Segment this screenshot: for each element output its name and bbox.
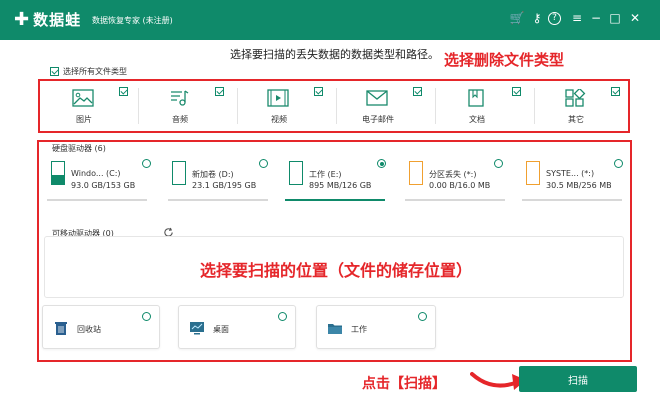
file-type-label: 视频	[271, 115, 287, 124]
file-type-label: 图片	[76, 115, 92, 124]
cart-icon[interactable]: 🛒	[509, 11, 525, 25]
other-icon	[565, 89, 586, 107]
divider	[138, 88, 139, 124]
drive-name: 新加卷 (D:)	[192, 170, 234, 179]
file-type-email[interactable]: 电子邮件	[338, 83, 426, 129]
annotation-location: 选择要扫描的位置（文件的储存位置）	[200, 261, 473, 280]
key-icon[interactable]: ⚷	[529, 11, 545, 25]
audio-icon	[171, 90, 189, 106]
video-checkbox[interactable]	[314, 87, 323, 96]
drive-d[interactable]: 新加卷 (D:) 23.1 GB/195 GB	[168, 155, 283, 201]
divider	[237, 88, 238, 124]
email-icon	[366, 90, 388, 106]
video-icon	[267, 89, 289, 107]
divider	[435, 88, 436, 124]
maximize-icon[interactable]: □	[607, 11, 623, 25]
drive-name: 工作 (E:)	[309, 170, 342, 179]
drive-size: 0.00 B/16.0 MB	[429, 181, 491, 190]
app-logo: ✚ 数据蛙	[14, 9, 81, 30]
file-type-label: 文档	[469, 115, 485, 124]
document-icon	[468, 89, 484, 107]
drive-icon	[51, 161, 65, 185]
app-logo-text: 数据蛙	[33, 11, 82, 29]
email-checkbox[interactable]	[413, 87, 422, 96]
help-icon[interactable]: ?	[548, 12, 561, 25]
checkbox-icon	[50, 67, 59, 76]
drive-system[interactable]: SYSTE... (*:) 30.5 MB/256 MB	[522, 155, 637, 201]
drive-name: 分区丢失 (*:)	[429, 170, 477, 179]
page-prompt: 选择要扫描的丢失数据的数据类型和路径。	[230, 48, 439, 61]
drive-icon	[289, 161, 303, 185]
file-type-document[interactable]: 文档	[437, 83, 525, 129]
drive-c[interactable]: Windo... (C:) 93.0 GB/153 GB	[47, 155, 162, 201]
file-type-image[interactable]: 图片	[44, 83, 132, 129]
select-all-label: 选择所有文件类型	[63, 67, 127, 76]
menu-icon[interactable]: ≡	[569, 11, 585, 25]
annotation-click-scan: 点击【扫描】	[362, 376, 446, 392]
drive-lost-partition[interactable]: 分区丢失 (*:) 0.00 B/16.0 MB	[405, 155, 520, 201]
drive-icon	[526, 161, 540, 185]
drive-name: Windo... (C:)	[71, 169, 121, 178]
logo-plus-icon: ✚	[14, 9, 31, 30]
drive-radio[interactable]	[142, 159, 151, 168]
drive-usage-bar	[47, 199, 147, 201]
document-checkbox[interactable]	[512, 87, 521, 96]
drive-name: SYSTE... (*:)	[546, 169, 595, 178]
location-radio[interactable]	[278, 312, 287, 321]
drive-size: 895 MB/126 GB	[309, 181, 372, 190]
file-type-audio[interactable]: 音频	[140, 83, 228, 129]
other-checkbox[interactable]	[611, 87, 620, 96]
drive-e[interactable]: 工作 (E:) 895 MB/126 GB	[285, 155, 400, 201]
divider	[534, 88, 535, 124]
close-icon[interactable]: ✕	[627, 11, 643, 25]
scan-button[interactable]: 扫描	[519, 366, 637, 392]
file-type-label: 电子邮件	[362, 115, 394, 124]
drive-usage-bar	[285, 199, 385, 201]
select-all-checkbox[interactable]: 选择所有文件类型	[50, 66, 127, 77]
drive-size: 93.0 GB/153 GB	[71, 181, 136, 190]
file-type-other[interactable]: 其它	[536, 83, 624, 129]
desktop-icon	[190, 322, 204, 335]
drive-usage-bar	[405, 199, 505, 201]
drive-usage-bar	[168, 199, 268, 201]
file-type-label: 其它	[568, 115, 584, 124]
drive-radio-selected[interactable]	[377, 159, 386, 168]
drive-size: 30.5 MB/256 MB	[546, 181, 612, 190]
location-radio[interactable]	[418, 312, 427, 321]
file-type-label: 音频	[172, 115, 188, 124]
location-work-folder[interactable]: 工作	[316, 305, 436, 349]
divider	[336, 88, 337, 124]
file-type-video[interactable]: 视频	[239, 83, 327, 129]
drive-icon	[409, 161, 423, 185]
audio-checkbox[interactable]	[215, 87, 224, 96]
hard-drives-label: 硬盘驱动器 (6)	[52, 144, 106, 153]
location-label: 回收站	[77, 325, 101, 334]
drive-radio[interactable]	[259, 159, 268, 168]
folder-icon	[328, 324, 342, 334]
location-desktop[interactable]: 桌面	[178, 305, 296, 349]
minimize-icon[interactable]: −	[588, 11, 604, 25]
drive-radio[interactable]	[494, 159, 503, 168]
app-subtitle: 数据恢复专家 (未注册)	[92, 16, 173, 25]
title-bar: ✚ 数据蛙 数据恢复专家 (未注册) 🛒 ⚷ ? ≡ − □ ✕	[0, 0, 660, 40]
image-checkbox[interactable]	[119, 87, 128, 96]
image-icon	[72, 89, 94, 107]
drive-size: 23.1 GB/195 GB	[192, 181, 257, 190]
location-recycle-bin[interactable]: 回收站	[42, 305, 160, 349]
drive-icon	[172, 161, 186, 185]
drive-radio[interactable]	[614, 159, 623, 168]
location-label: 桌面	[213, 325, 229, 334]
location-radio[interactable]	[142, 312, 151, 321]
annotation-file-types: 选择删除文件类型	[444, 51, 565, 69]
drive-usage-bar	[522, 199, 622, 201]
location-label: 工作	[351, 325, 367, 334]
recycle-bin-icon	[55, 322, 67, 335]
